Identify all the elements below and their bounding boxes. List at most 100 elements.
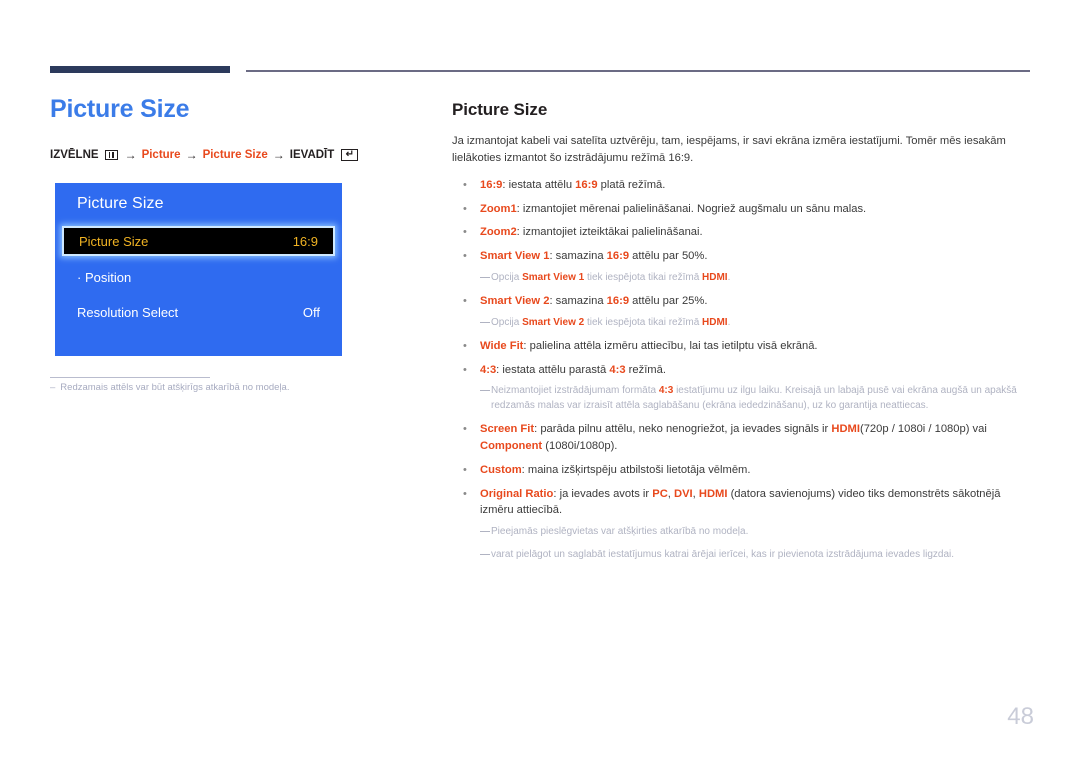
option-bullet: • Screen Fit: parāda pilnu attēlu, neko n… <box>452 421 1034 455</box>
bullet-marker: • <box>463 226 467 239</box>
osd-row-label: Resolution Select <box>77 304 179 320</box>
menu-icon <box>104 149 118 160</box>
bullet-text: 16:9: iestata attēlu 16:9 platā režīmā. <box>480 177 1034 194</box>
option-highlight: PC <box>652 487 668 500</box>
left-footnote-rule <box>50 377 210 378</box>
left-footnote: – Redzamais attēls var būt atšķirīgs atk… <box>50 382 390 393</box>
osd-menu-panel: Picture Size Picture Size 16:9 · Position R… <box>55 183 342 356</box>
note-highlight: Smart View 1 <box>522 271 585 283</box>
bullet-marker: • <box>463 363 467 376</box>
left-column: Picture Size IZVĒLNE → Picture → Picture… <box>50 95 420 162</box>
breadcrumb-item-picture[interactable]: Picture <box>142 149 181 161</box>
header-rule-thin <box>246 70 1030 72</box>
osd-row-label: Picture Size <box>79 233 149 249</box>
bullet-text: Original Ratio: ja ievades avots ir PC, … <box>480 486 1034 520</box>
bullet-marker: • <box>463 463 467 476</box>
left-footnote-text: Redzamais attēls var būt atšķirīgs atkar… <box>60 382 290 393</box>
note-text: Opcija Smart View 2 tiek iespējota tikai… <box>491 315 1034 330</box>
option-bullet: • Zoom1: izmantojiet mērenai palielināšan… <box>452 201 1034 218</box>
right-column: Picture Size Ja izmantojat kabeli vai sa… <box>452 100 1034 570</box>
option-bullet: • Smart View 2: samazina 16:9 attēlu par … <box>452 293 1034 310</box>
osd-row-gap <box>55 256 342 263</box>
option-description: samazina <box>555 294 607 307</box>
bullet-text: Smart View 1: samazina 16:9 attēlu par 5… <box>480 248 1034 265</box>
option-highlight: 16:9 <box>606 250 630 263</box>
note-description: tiek iespējota tikai režīmā <box>584 316 703 328</box>
note-description: Pieejamās pieslēgvietas var atšķirties a… <box>491 526 749 538</box>
note-description: Opcija <box>491 316 523 328</box>
option-term: Smart View 2 <box>480 294 550 307</box>
note-marker: — <box>480 316 490 328</box>
bullet-text: Screen Fit: parāda pilnu attēlu, neko ne… <box>480 421 1034 455</box>
option-description: izmantojiet mērenai palielināšanai. Nogr… <box>522 202 867 215</box>
note-marker: — <box>480 526 490 538</box>
option-highlight: 4:3 <box>609 363 626 376</box>
breadcrumb-arrow-3: → <box>272 147 285 162</box>
option-term: Wide Fit <box>480 339 524 352</box>
osd-row[interactable]: Resolution Select Off <box>55 298 342 326</box>
option-term: Zoom2 <box>480 226 517 239</box>
breadcrumb-menu-label: IZVĒLNE <box>50 148 99 161</box>
note-description: varat pielāgot un saglabāt iestatījumus … <box>491 549 955 561</box>
option-highlight: HDMI <box>698 487 728 500</box>
option-note: — Opcija Smart View 1 tiek iespējota tika… <box>452 270 1034 285</box>
page-title-left: Picture Size <box>50 95 190 123</box>
option-description: ja ievades avots ir <box>559 487 653 500</box>
bullet-text: Wide Fit: palielina attēla izmēru attiec… <box>480 338 1034 355</box>
option-term: Custom <box>480 463 522 476</box>
option-description: (720p / 1080i / 1080p) vai <box>859 423 987 436</box>
note-marker: — <box>480 271 490 283</box>
note-text: Neizmantojiet izstrādājumam formāta 4:3 … <box>491 383 1034 413</box>
option-note: — Neizmantojiet izstrādājumam formāta 4:3… <box>452 383 1034 413</box>
option-highlight: 16:9 <box>606 294 630 307</box>
option-description: attēlu par 25%. <box>629 294 708 307</box>
option-description: iestata attēlu parastā <box>502 363 610 376</box>
option-term: Original Ratio <box>480 487 554 500</box>
breadcrumb-item-picture-size[interactable]: Picture Size <box>203 149 268 161</box>
note-highlight: 4:3 <box>658 385 674 397</box>
bullet-text: 4:3: iestata attēlu parastā 4:3 režīmā. <box>480 362 1034 379</box>
bullet-text: Zoom2: izmantojiet izteiktākai palielinā… <box>480 224 1034 241</box>
note-highlight: HDMI <box>702 316 728 328</box>
option-bullet: • Custom: maina izšķirtspēju atbilstoši l… <box>452 462 1034 479</box>
left-footnote-dash: – <box>50 382 56 393</box>
note-marker: — <box>480 549 490 561</box>
option-bullet: • Wide Fit: palielina attēla izmēru attie… <box>452 338 1034 355</box>
note-text: Opcija Smart View 1 tiek iespējota tikai… <box>491 270 1034 285</box>
option-description: palielina attēla izmēru attiecību, lai t… <box>529 339 818 352</box>
option-note: — Opcija Smart View 2 tiek iespējota tika… <box>452 315 1034 330</box>
osd-row-label: · Position <box>77 269 132 285</box>
osd-row[interactable]: Picture Size 16:9 <box>62 226 335 256</box>
header-rule-thick <box>50 66 230 73</box>
bullet-marker: • <box>463 339 467 352</box>
osd-row-value: 16:9 <box>292 233 318 249</box>
note-highlight: Smart View 2 <box>522 316 585 328</box>
option-highlight: Component <box>480 440 543 453</box>
option-list: • 16:9: iestata attēlu 16:9 platā režīmā.… <box>452 177 1034 563</box>
bullet-text: Zoom1: izmantojiet mērenai palielināšana… <box>480 201 1034 218</box>
bullet-marker: • <box>463 178 467 191</box>
osd-row[interactable]: · Position <box>55 263 342 291</box>
option-term: Smart View 1 <box>480 250 550 263</box>
option-highlight: DVI <box>674 487 693 500</box>
osd-row-value: Off <box>302 304 320 320</box>
bullet-marker: • <box>463 202 467 215</box>
breadcrumb-arrow-1: → <box>124 147 137 162</box>
option-description: parāda pilnu attēlu, neko nenogriežot, j… <box>540 423 832 436</box>
note-description: Neizmantojiet izstrādājumam formāta <box>491 385 659 397</box>
bullet-text: Smart View 2: samazina 16:9 attēlu par 2… <box>480 293 1034 310</box>
option-bullet: • Original Ratio: ja ievades avots ir PC,… <box>452 486 1034 520</box>
bullet-marker: • <box>463 423 467 436</box>
option-note: — varat pielāgot un saglabāt iestatījumus… <box>452 547 1034 562</box>
note-description: tiek iespējota tikai režīmā <box>584 271 703 283</box>
breadcrumb-arrow-2: → <box>185 147 198 162</box>
bullet-marker: • <box>463 294 467 307</box>
option-description: platā režīmā. <box>597 178 666 191</box>
option-note: — Pieejamās pieslēgvietas var atšķirties … <box>452 524 1034 539</box>
option-highlight: 16:9 <box>575 178 598 191</box>
note-highlight: HDMI <box>702 271 728 283</box>
osd-title: Picture Size <box>77 195 164 212</box>
breadcrumb: IZVĒLNE → Picture → Picture Size → IEVAD… <box>50 148 420 162</box>
option-term: 16:9 <box>480 178 503 191</box>
osd-row-list: Picture Size 16:9 · Position Resolution Sel… <box>55 226 342 326</box>
